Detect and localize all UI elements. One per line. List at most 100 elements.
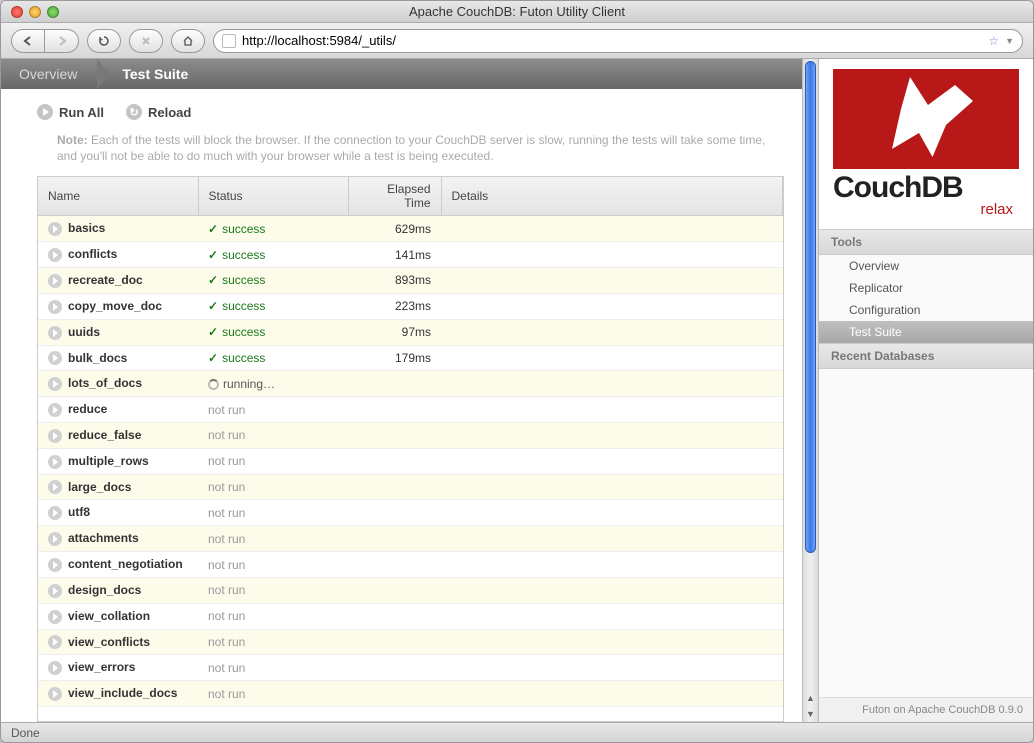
test-name[interactable]: large_docs (68, 480, 131, 494)
status-bar: Done (1, 722, 1033, 742)
test-name[interactable]: content_negotiation (68, 557, 183, 571)
col-status[interactable]: Status (198, 177, 348, 216)
run-test-icon[interactable] (48, 377, 62, 391)
table-row: content_negotiation not run (38, 552, 783, 578)
back-button[interactable] (11, 29, 45, 53)
run-test-icon[interactable] (48, 326, 62, 340)
test-name[interactable]: view_conflicts (68, 635, 150, 649)
test-name-cell: basics (38, 216, 198, 242)
run-test-icon[interactable] (48, 661, 62, 675)
test-elapsed-cell (348, 603, 441, 629)
test-details-cell (441, 681, 783, 707)
test-status-cell: not run (198, 474, 348, 500)
test-name[interactable]: attachments (68, 531, 139, 545)
test-elapsed-cell (348, 371, 441, 397)
test-name[interactable]: view_errors (68, 660, 135, 674)
test-name[interactable]: conflicts (68, 247, 117, 261)
test-name-cell: view_collation (38, 603, 198, 629)
col-name[interactable]: Name (38, 177, 198, 216)
table-row: design_docsnot run (38, 577, 783, 603)
run-test-icon[interactable] (48, 584, 62, 598)
run-test-icon[interactable] (48, 610, 62, 624)
tools-list: OverviewReplicatorConfigurationTest Suit… (819, 255, 1033, 343)
bookmark-icon[interactable]: ☆ (988, 34, 999, 48)
test-elapsed-cell (348, 448, 441, 474)
run-test-icon[interactable] (48, 558, 62, 572)
test-name[interactable]: bulk_docs (68, 351, 127, 365)
scroll-up-icon[interactable]: ▲ (803, 690, 818, 706)
home-button[interactable] (171, 29, 205, 53)
run-all-button[interactable]: Run All (37, 104, 104, 120)
test-name-cell: recreate_doc (38, 268, 198, 294)
test-name-cell: view_errors (38, 655, 198, 681)
test-name[interactable]: view_collation (68, 609, 150, 623)
run-test-icon[interactable] (48, 687, 62, 701)
run-test-icon[interactable] (48, 455, 62, 469)
table-row: uuids✓success97ms (38, 319, 783, 345)
run-test-icon[interactable] (48, 480, 62, 494)
run-test-icon[interactable] (48, 429, 62, 443)
breadcrumb-current: Test Suite (97, 59, 208, 89)
sidebar-item[interactable]: Configuration (819, 299, 1033, 321)
table-row: lots_of_docs running… (38, 371, 783, 397)
sidebar-item[interactable]: Test Suite (819, 321, 1033, 343)
test-details-cell (441, 577, 783, 603)
test-status-cell: ✓success (198, 242, 348, 268)
test-status-cell: not run (198, 552, 348, 578)
address-bar[interactable]: ☆ ▼ (213, 29, 1023, 53)
test-name[interactable]: design_docs (68, 583, 141, 597)
url-input[interactable] (242, 33, 982, 48)
test-details-cell (441, 603, 783, 629)
main-scrollbar[interactable]: ▲ ▼ (802, 59, 818, 722)
run-test-icon[interactable] (48, 635, 62, 649)
test-name[interactable]: reduce (68, 402, 107, 416)
test-status-cell: ✓success (198, 216, 348, 242)
scroll-down-icon[interactable]: ▼ (803, 706, 818, 722)
scrollbar-thumb[interactable] (805, 61, 816, 553)
table-row: recreate_doc✓success893ms (38, 268, 783, 294)
test-name[interactable]: recreate_doc (68, 273, 143, 287)
sidebar-item[interactable]: Overview (819, 255, 1033, 277)
col-elapsed[interactable]: Elapsed Time (348, 177, 441, 216)
sidebar-item[interactable]: Replicator (819, 277, 1033, 299)
run-all-label: Run All (59, 105, 104, 120)
test-name[interactable]: uuids (68, 325, 100, 339)
test-name-cell: bulk_docs (38, 345, 198, 371)
test-name-cell: reduce (38, 397, 198, 423)
test-status-cell: running… (198, 371, 348, 397)
url-dropdown-icon[interactable]: ▼ (1005, 36, 1014, 46)
run-test-icon[interactable] (48, 532, 62, 546)
test-details-cell (441, 629, 783, 655)
run-test-icon[interactable] (48, 222, 62, 236)
test-name[interactable]: lots_of_docs (68, 376, 142, 390)
run-test-icon[interactable] (48, 248, 62, 262)
play-icon (37, 104, 53, 120)
test-name[interactable]: reduce_false (68, 428, 141, 442)
run-test-icon[interactable] (48, 403, 62, 417)
window-title: Apache CouchDB: Futon Utility Client (1, 4, 1033, 19)
stop-button[interactable] (129, 29, 163, 53)
test-status-cell: not run (198, 603, 348, 629)
note-text: Note: Each of the tests will block the b… (1, 128, 802, 176)
run-test-icon[interactable] (48, 351, 62, 365)
test-details-cell (441, 423, 783, 449)
test-name[interactable]: basics (68, 221, 105, 235)
run-test-icon[interactable] (48, 506, 62, 520)
test-name[interactable]: copy_move_doc (68, 299, 162, 313)
reload-tests-button[interactable]: ↻ Reload (126, 104, 191, 120)
reload-browser-button[interactable] (87, 29, 121, 53)
test-status-cell: ✓success (198, 293, 348, 319)
browser-window: Apache CouchDB: Futon Utility Client ☆ ▼ (0, 0, 1034, 743)
browser-toolbar: ☆ ▼ (1, 23, 1033, 59)
breadcrumb-overview[interactable]: Overview (1, 59, 97, 89)
test-name[interactable]: view_include_docs (68, 686, 177, 700)
forward-button[interactable] (45, 29, 79, 53)
logo-text: CouchDB (833, 171, 963, 205)
favicon-icon (222, 34, 236, 48)
run-test-icon[interactable] (48, 274, 62, 288)
test-name[interactable]: multiple_rows (68, 454, 149, 468)
col-details[interactable]: Details (441, 177, 783, 216)
test-name[interactable]: utf8 (68, 505, 90, 519)
table-row: copy_move_doc✓success223ms (38, 293, 783, 319)
run-test-icon[interactable] (48, 300, 62, 314)
